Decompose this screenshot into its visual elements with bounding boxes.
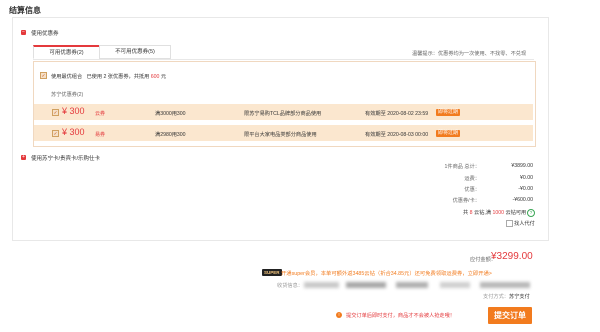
coupon-scope: 限苏宁易购TCL品牌部分商品使用 (244, 111, 322, 117)
coupon-tag: 云券 (95, 111, 106, 117)
coupon-hint: 温馨提示：优惠券均为一次使用、不找零、不兑现 (412, 51, 527, 57)
points-info: 共 8 云钻,满 1000 云钻可用 (463, 210, 527, 216)
submit-warning: 提交订单后即时支付，商品才不会被人抢走哦！ (346, 313, 455, 319)
coupon-checkbox[interactable]: ✓ (52, 109, 59, 116)
tab-available-coupons[interactable]: 可用优惠券(2) (33, 45, 100, 59)
proxy-pay-label: 找人代付 (514, 221, 535, 227)
address-redacted (396, 282, 428, 288)
coupon-group-label: 苏宁优惠券(2) (51, 92, 84, 98)
best-combo-checkbox[interactable]: ✓ (40, 72, 47, 79)
expand-icon[interactable]: + (21, 155, 26, 160)
coupon-scope: 限平台大家电品类部分商品使用 (244, 132, 317, 138)
warning-icon: ! (336, 312, 342, 318)
super-badge: SUPER (262, 269, 282, 276)
coupon-tag: 易券 (95, 132, 106, 138)
address-redacted (346, 282, 386, 288)
coupon-condition: 满2980用300 (155, 132, 186, 138)
coupon-section-label: 使用优惠券 (31, 31, 59, 37)
coupon-amount: ¥ 300 (62, 106, 85, 116)
expiring-button[interactable]: 即将过期 (436, 109, 461, 116)
address-redacted (480, 282, 530, 288)
summary-value: ¥3899.00 (511, 163, 533, 169)
address-redacted (440, 282, 470, 288)
coupon-amount: ¥ 300 (62, 127, 85, 137)
summary-label: 优惠券/卡： (452, 198, 480, 204)
tab-unavailable-coupons[interactable]: 不可用优惠券(5) (99, 45, 171, 59)
payable-amount: ¥3299.00 (491, 251, 533, 262)
coupon-checkbox[interactable]: ✓ (52, 130, 59, 137)
payment-method-label: 支付方式： (483, 294, 509, 300)
coupon-condition: 满3000用300 (155, 111, 186, 117)
collapse-icon[interactable]: − (21, 30, 26, 35)
tab-divider (33, 59, 534, 60)
best-combo-text: 使用最优组合 已使用 2 张优惠券，共抵用 600 元 (51, 74, 167, 80)
summary-label: 1件商品 总计： (444, 164, 480, 170)
super-link[interactable]: 开通super会员，本单可额外返3485云钻（折合34.85元）还可免费领取运费… (281, 269, 492, 277)
summary-value: ¥0.00 (520, 175, 533, 181)
page-title: 结算信息 (9, 6, 41, 15)
address-redacted (304, 282, 339, 288)
summary-label: 运费： (464, 176, 480, 182)
address-label: 收货信息： (277, 283, 303, 289)
expiring-button[interactable]: 即将过期 (436, 130, 461, 137)
proxy-pay-checkbox[interactable] (506, 220, 513, 227)
summary-value: -¥600.00 (512, 197, 533, 203)
payment-method-value: 苏宁支付 (509, 294, 530, 300)
coupon-expiry: 有效期至 2020-08-03 00:00 (365, 132, 429, 138)
card-section-label: 使用苏宁卡/贵宾卡/乐购仕卡 (31, 156, 101, 162)
submit-order-button[interactable]: 提交订单 (488, 307, 532, 324)
question-icon[interactable]: ? (527, 209, 535, 217)
summary-value: -¥0.00 (518, 186, 533, 192)
summary-label: 优惠： (464, 187, 480, 193)
coupon-expiry: 有效期至 2020-08-02 23:59 (365, 111, 429, 117)
